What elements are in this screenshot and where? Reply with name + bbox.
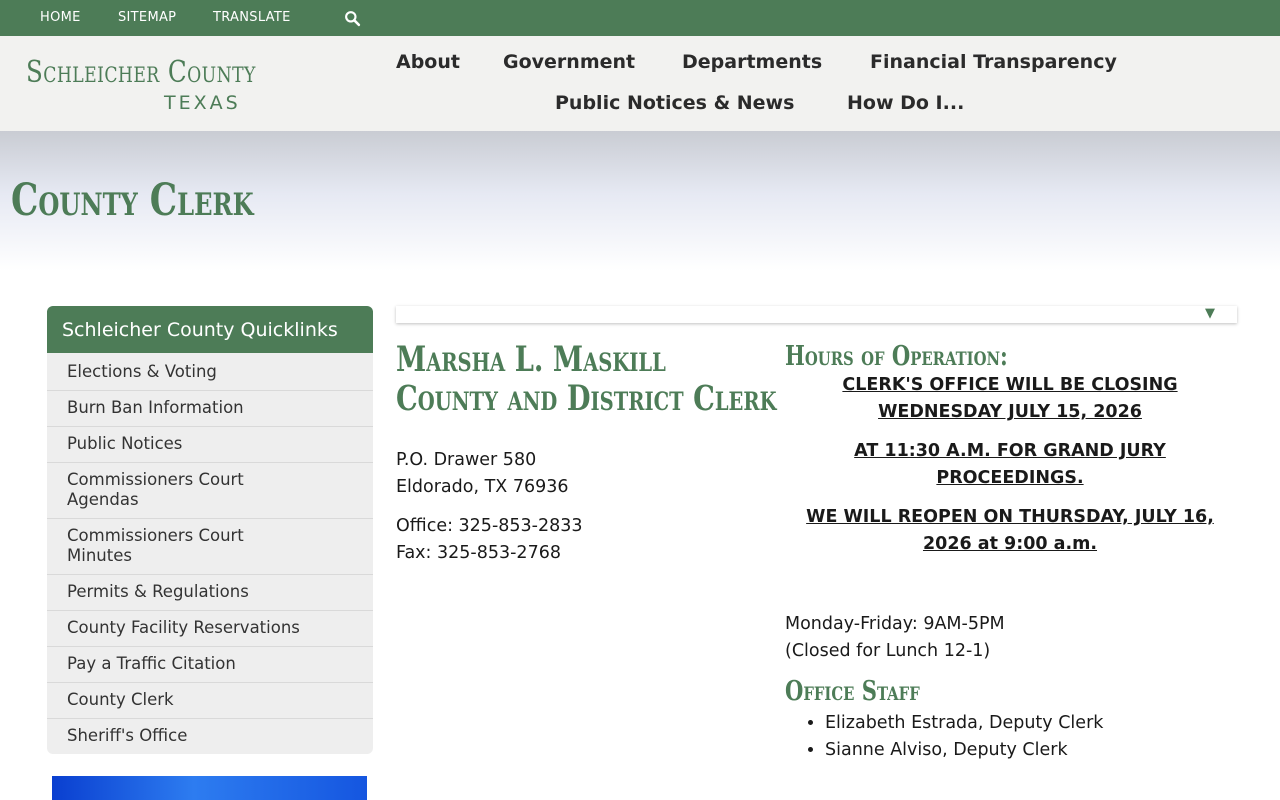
collapsible-panel[interactable]: ▼ <box>396 306 1237 323</box>
quicklink-public-notices[interactable]: Public Notices <box>47 427 373 463</box>
sitemap-link[interactable]: SITEMAP <box>118 10 176 25</box>
clerk-title: County and District Clerk <box>396 378 777 419</box>
clerk-name: Marsha L. Maskill <box>396 339 666 380</box>
staff-list: Elizabeth Estrada, Deputy Clerk Sianne A… <box>825 710 1103 764</box>
hours-heading: Hours of Operation: <box>785 341 1008 372</box>
hours-line-1: Monday-Friday: 9AM-5PM <box>785 614 1005 634</box>
quicklink-burn-ban[interactable]: Burn Ban Information <box>47 391 373 427</box>
reopen-notice: WE WILL REOPEN ON THURSDAY, JULY 16, 202… <box>806 507 1214 554</box>
translate-link[interactable]: TRANSLATE <box>213 10 291 25</box>
office-phone: Office: 325-853-2833 <box>396 516 583 536</box>
address-line-2: Eldorado, TX 76936 <box>396 477 569 497</box>
nav-public-notices-news[interactable]: Public Notices & News <box>555 92 794 114</box>
quicklink-county-clerk[interactable]: County Clerk <box>47 683 373 719</box>
nav-how-do-i[interactable]: How Do I... <box>847 92 964 114</box>
search-icon[interactable] <box>344 10 361 27</box>
nav-about[interactable]: About <box>396 51 460 73</box>
quicklink-sheriffs-office[interactable]: Sheriff's Office <box>47 719 373 754</box>
quicklink-traffic-citation[interactable]: Pay a Traffic Citation <box>47 647 373 683</box>
clerk-heading: Marsha L. Maskill County and District Cl… <box>396 340 777 418</box>
fax-number: Fax: 325-853-2768 <box>396 543 561 563</box>
address-line-1: P.O. Drawer 580 <box>396 450 537 470</box>
site-header: Schleicher County TEXAS About Government… <box>0 36 1280 131</box>
nav-government[interactable]: Government <box>503 51 635 73</box>
nav-financial-transparency[interactable]: Financial Transparency <box>870 51 1117 73</box>
contact-numbers: Office: 325-853-2833 Fax: 325-853-2768 <box>396 513 583 567</box>
staff-member: Elizabeth Estrada, Deputy Clerk <box>825 710 1103 737</box>
page-banner: County Clerk <box>0 131 1280 271</box>
quicklink-commissioners-agendas[interactable]: Commissioners Court Agendas <box>47 463 373 519</box>
home-link[interactable]: HOME <box>40 10 81 25</box>
hours-line-2: (Closed for Lunch 12-1) <box>785 641 991 661</box>
office-hours: Monday-Friday: 9AM-5PM (Closed for Lunch… <box>785 611 1005 665</box>
quicklink-facility-reservations[interactable]: County Facility Reservations <box>47 611 373 647</box>
logo-subtitle: TEXAS <box>164 92 241 114</box>
staff-heading: Office Staff <box>785 676 920 707</box>
closing-notice: CLERK'S OFFICE WILL BE CLOSING WEDNESDAY… <box>842 375 1178 422</box>
logo-title: Schleicher County <box>26 55 256 90</box>
utility-bar: HOME SITEMAP TRANSLATE <box>0 0 1280 36</box>
mailing-address: P.O. Drawer 580 Eldorado, TX 76936 <box>396 447 569 501</box>
sidebar-banner-image[interactable] <box>52 776 367 800</box>
quicklinks-list: Elections & Voting Burn Ban Information … <box>47 353 373 754</box>
quicklink-elections-voting[interactable]: Elections & Voting <box>47 355 373 391</box>
chevron-down-icon[interactable]: ▼ <box>1205 306 1215 321</box>
site-logo[interactable]: Schleicher County TEXAS <box>26 55 256 115</box>
nav-departments[interactable]: Departments <box>682 51 822 73</box>
quicklink-permits-regulations[interactable]: Permits & Regulations <box>47 575 373 611</box>
quicklinks-sidebar: Schleicher County Quicklinks Elections &… <box>47 306 373 754</box>
grand-jury-notice: AT 11:30 A.M. FOR GRAND JURY PROCEEDINGS… <box>854 441 1166 488</box>
quicklink-commissioners-minutes[interactable]: Commissioners Court Minutes <box>47 519 373 575</box>
staff-member: Sianne Alviso, Deputy Clerk <box>825 737 1103 764</box>
quicklinks-heading: Schleicher County Quicklinks <box>47 306 373 353</box>
page-title: County Clerk <box>11 175 254 226</box>
